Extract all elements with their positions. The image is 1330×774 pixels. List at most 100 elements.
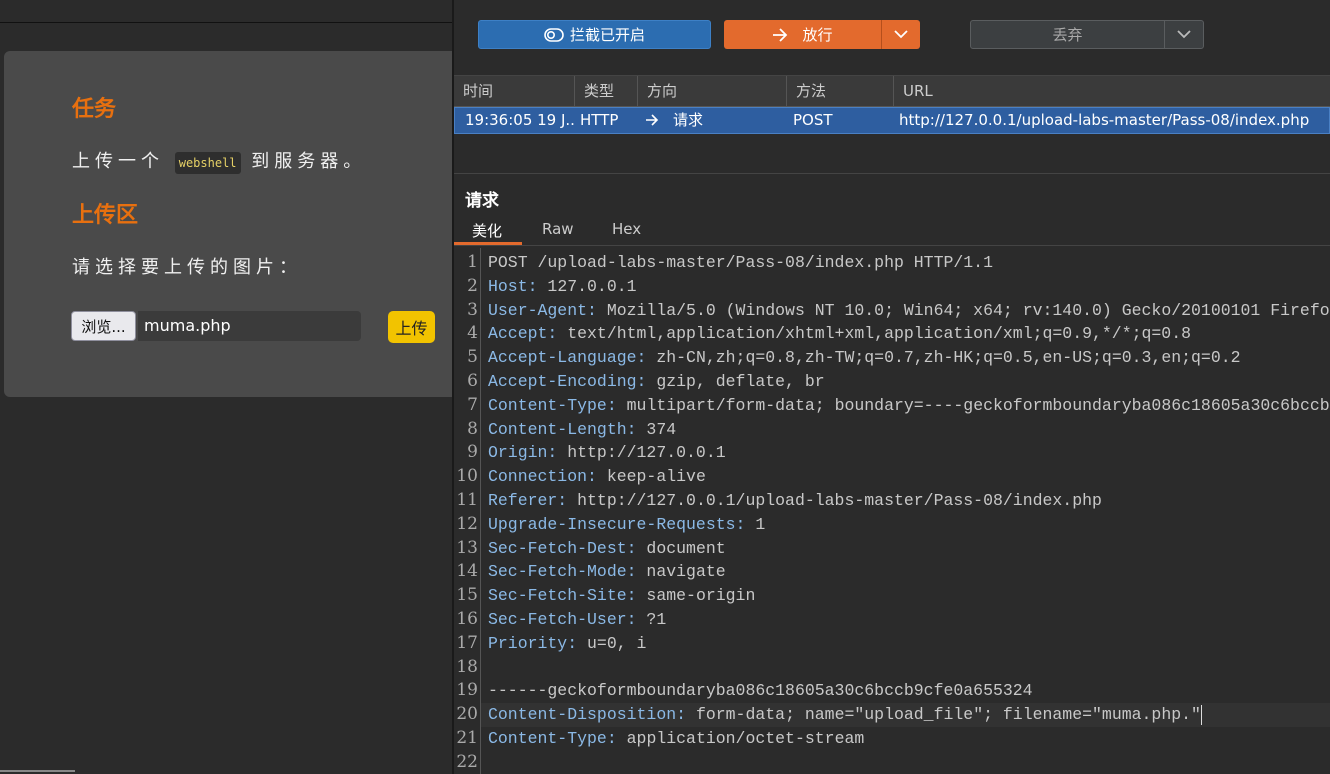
header-name: Content-Type: (488, 729, 617, 748)
header-name: Priority: (488, 633, 578, 653)
column-header-direction[interactable]: 方向 (638, 76, 787, 106)
line-number: 18 (456, 656, 478, 677)
line-number: 3 (467, 299, 478, 320)
tab-pretty[interactable]: 美化 (472, 220, 502, 241)
line-number: 8 (467, 418, 478, 439)
file-name-field[interactable]: muma.php (138, 311, 361, 341)
header-value: http://127.0.0.1 (557, 443, 726, 463)
request-line: Origin: http://127.0.0.1 (488, 441, 726, 465)
task-text: 上传一个 webshell 到服务器。 (72, 147, 367, 174)
request-line: Accept: text/html,application/xhtml+xml,… (488, 322, 1191, 346)
line-number: 2 (467, 275, 478, 296)
tab-raw[interactable]: Raw (542, 220, 574, 238)
request-line: Accept-Language: zh-CN,zh;q=0.8,zh-TW;q=… (488, 346, 1241, 370)
request-line: Content-Type: multipart/form-data; bound… (488, 394, 1330, 418)
header-value: same-origin (636, 586, 756, 606)
line-number: 13 (456, 537, 478, 558)
line-number: 16 (456, 609, 478, 629)
request-line: Content-Length: 374 (488, 418, 676, 442)
browser-pane: 任务 上传一个 webshell 到服务器。 上传区 请选择要上传的图片： 浏览… (0, 0, 452, 774)
tabs-divider (454, 245, 1330, 246)
header-name: Host: (488, 276, 538, 296)
line-number: 19 (456, 680, 478, 701)
tab-hex[interactable]: Hex (612, 220, 641, 238)
header-name: User-Agent: (488, 300, 597, 320)
drop-main[interactable]: 丢弃 (971, 21, 1164, 48)
header-value: form-data; name="upload_file"; filename=… (686, 705, 1201, 725)
webshell-code: webshell (174, 152, 241, 174)
line-number: 22 (456, 751, 478, 772)
request-line: Upgrade-Insecure-Requests: 1 (488, 513, 765, 537)
line-number: 5 (467, 347, 478, 368)
forward-dropdown[interactable] (881, 20, 920, 49)
forward-button[interactable]: 放行 (724, 20, 920, 49)
bottom-rule (0, 770, 75, 772)
line-number: 17 (456, 632, 478, 653)
request-line: Priority: u=0, i (488, 632, 646, 656)
header-name: Sec-Fetch-User: (488, 610, 637, 629)
header-name: Connection: (488, 467, 597, 487)
header-value: navigate (636, 562, 726, 582)
row-direction: 请求 (635, 108, 788, 133)
forward-main[interactable]: 放行 (724, 20, 881, 49)
upload-heading: 上传区 (72, 203, 139, 228)
toggle-icon (544, 27, 564, 42)
drop-dropdown[interactable] (1164, 21, 1203, 48)
column-header-time[interactable]: 时间 (454, 76, 575, 106)
row-type: HTTP (580, 111, 619, 129)
row-method: POST (793, 111, 833, 129)
request-line: Host: 127.0.0.1 (488, 275, 637, 299)
upload-button[interactable]: 上传 (388, 311, 435, 343)
row-direction-label: 请求 (673, 111, 704, 129)
header-value: 127.0.0.1 (537, 276, 637, 296)
forward-label: 放行 (802, 26, 833, 44)
browse-button[interactable]: 浏览... (71, 311, 136, 341)
request-line: Sec-Fetch-Dest: document (488, 537, 726, 561)
chevron-down-icon (1177, 30, 1191, 39)
line-number: 6 (467, 371, 478, 391)
line-number: 9 (467, 442, 478, 463)
header-value: ------geckoformboundaryba086c18605a30c6b… (488, 681, 1033, 701)
split-handle[interactable] (454, 173, 1330, 174)
intercept-toggle-button[interactable]: 拦截已开启 (478, 20, 711, 49)
intercept-table: 时间 类型 方向 方法 URL 19:36:05 19 J... HTTP 请求… (454, 75, 1330, 246)
line-number: 15 (456, 585, 478, 606)
line-number: 10 (456, 466, 478, 487)
request-line: Connection: keep-alive (488, 465, 706, 489)
header-value: Mozilla/5.0 (Windows NT 10.0; Win64; x64… (596, 300, 1330, 320)
task-text-post: 到服务器。 (251, 151, 367, 172)
line-number: 7 (467, 394, 478, 415)
column-header-type[interactable]: 类型 (575, 76, 638, 106)
row-time: 19:36:05 19 J... (465, 111, 576, 129)
header-name: Accept-Language: (488, 348, 647, 368)
arrow-right-icon (773, 27, 788, 42)
header-name: Accept-Encoding: (488, 372, 647, 391)
request-line: Accept-Encoding: gzip, deflate, br (488, 370, 825, 394)
request-line: Sec-Fetch-User: ?1 (488, 608, 666, 632)
drop-button[interactable]: 丢弃 (970, 20, 1204, 49)
header-name: Upgrade-Insecure-Requests: (488, 514, 746, 534)
choose-text: 请选择要上传的图片： (72, 257, 302, 278)
header-value: 1 (745, 514, 766, 534)
intercept-label: 拦截已开启 (569, 26, 645, 44)
table-row[interactable]: 19:36:05 19 J... HTTP 请求 POST http://127… (454, 107, 1330, 134)
request-line: User-Agent: Mozilla/5.0 (Windows NT 10.0… (488, 299, 1330, 323)
line-number: 21 (456, 728, 478, 748)
column-header-method[interactable]: 方法 (787, 76, 894, 106)
line-number: 12 (456, 513, 478, 534)
column-header-url[interactable]: URL (894, 76, 1330, 106)
header-name: Sec-Fetch-Site: (488, 586, 637, 606)
request-line: POST /upload-labs-master/Pass-08/index.p… (488, 251, 993, 275)
line-number: 11 (456, 490, 478, 510)
header-value: POST /upload-labs-master/Pass-08/index.p… (488, 253, 993, 272)
header-value: text/html,application/xhtml+xml,applicat… (557, 324, 1192, 344)
line-number: 4 (467, 323, 478, 344)
header-value: 374 (636, 419, 677, 439)
upload-card: 任务 上传一个 webshell 到服务器。 上传区 请选择要上传的图片： 浏览… (4, 51, 452, 397)
request-editor[interactable]: 1 2 3 4 5 6 7 8 9 10 11 12 13 14 15 16 17 18 19 20 21 22 POST… (454, 248, 1330, 774)
task-heading: 任务 (72, 97, 117, 122)
header-value: keep-alive (596, 467, 706, 487)
request-line: Referer: http://127.0.0.1/upload-labs-ma… (488, 489, 1102, 513)
header-value: gzip, deflate, br (646, 372, 825, 391)
line-number: 14 (456, 561, 478, 582)
